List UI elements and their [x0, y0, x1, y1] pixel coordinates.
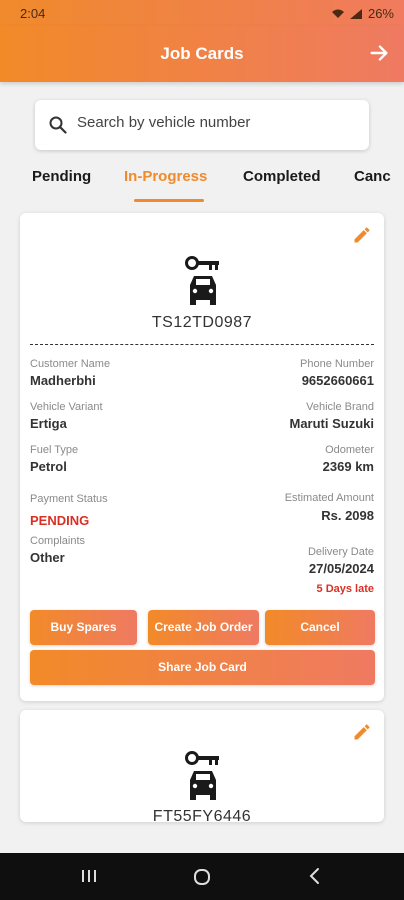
back-icon[interactable]	[306, 867, 324, 885]
recent-apps-icon[interactable]	[80, 867, 98, 885]
complaints-label: Complaints	[30, 535, 86, 547]
search-input[interactable]: Search by vehicle number	[35, 100, 369, 150]
late-badge: 5 Days late	[316, 583, 374, 595]
phone-number-label: Phone Number	[300, 358, 374, 370]
wifi-icon	[331, 9, 344, 18]
search-icon	[49, 116, 67, 134]
tab-cancelled[interactable]: Canc	[354, 168, 391, 185]
fuel-type-value: Petrol	[30, 459, 67, 474]
odometer-label: Odometer	[325, 444, 374, 456]
page-title: Job Cards	[160, 44, 244, 63]
customer-name-label: Customer Name	[30, 358, 111, 370]
app-bar: Job Cards	[0, 26, 404, 82]
vehicle-brand-label: Vehicle Brand	[306, 401, 374, 413]
payment-status-value: PENDING	[30, 513, 90, 528]
status-time: 2:04	[20, 6, 46, 21]
buy-spares-button[interactable]: Buy Spares	[30, 610, 137, 645]
tab-completed[interactable]: Completed	[243, 168, 321, 185]
phone-number-value: 9652660661	[301, 373, 374, 388]
estimated-amount-label: Estimated Amount	[284, 492, 374, 504]
car-key-icon	[185, 256, 219, 305]
search-placeholder: Search by vehicle number	[77, 114, 251, 131]
edit-pencil-icon[interactable]	[352, 225, 372, 245]
delivery-date-value: 27/05/2024	[308, 561, 374, 576]
status-icons: 26%	[331, 6, 394, 21]
system-navigation-bar	[0, 853, 404, 900]
cancel-button[interactable]: Cancel	[265, 610, 375, 645]
fuel-type-label: Fuel Type	[30, 444, 79, 456]
edit-pencil-icon[interactable]	[352, 722, 372, 742]
arrow-right-icon[interactable]	[368, 42, 390, 64]
customer-name-value: Madherbhi	[30, 373, 96, 388]
signal-icon	[349, 8, 362, 19]
job-card: TS12TD0987 Customer Name Madherbhi Phone…	[20, 213, 384, 701]
vehicle-variant-value: Ertiga	[30, 416, 67, 431]
dashed-divider	[30, 344, 374, 345]
home-icon[interactable]	[192, 867, 212, 887]
estimated-amount-value: Rs. 2098	[321, 508, 374, 523]
share-job-card-button[interactable]: Share Job Card	[30, 650, 375, 685]
status-bar: 2:04 26%	[0, 0, 404, 26]
battery-level: 26%	[367, 6, 394, 21]
odometer-value: 2369 km	[322, 459, 374, 474]
job-card: FT55FY6446	[20, 710, 384, 822]
vehicle-number: TS12TD0987	[151, 314, 253, 331]
tab-bar: Pending In-Progress Completed Canc	[0, 165, 404, 205]
vehicle-variant-label: Vehicle Variant	[30, 401, 103, 413]
payment-status-label: Payment Status	[30, 493, 108, 505]
complaints-value: Other	[30, 550, 65, 565]
active-tab-indicator	[134, 199, 204, 202]
car-key-icon	[185, 751, 219, 800]
tab-pending[interactable]: Pending	[32, 168, 91, 185]
create-job-order-button[interactable]: Create Job Order	[148, 610, 259, 645]
tab-in-progress[interactable]: In-Progress	[124, 168, 207, 185]
delivery-date-label: Delivery Date	[307, 546, 374, 558]
vehicle-number: FT55FY6446	[152, 808, 252, 822]
vehicle-brand-value: Maruti Suzuki	[289, 416, 374, 431]
